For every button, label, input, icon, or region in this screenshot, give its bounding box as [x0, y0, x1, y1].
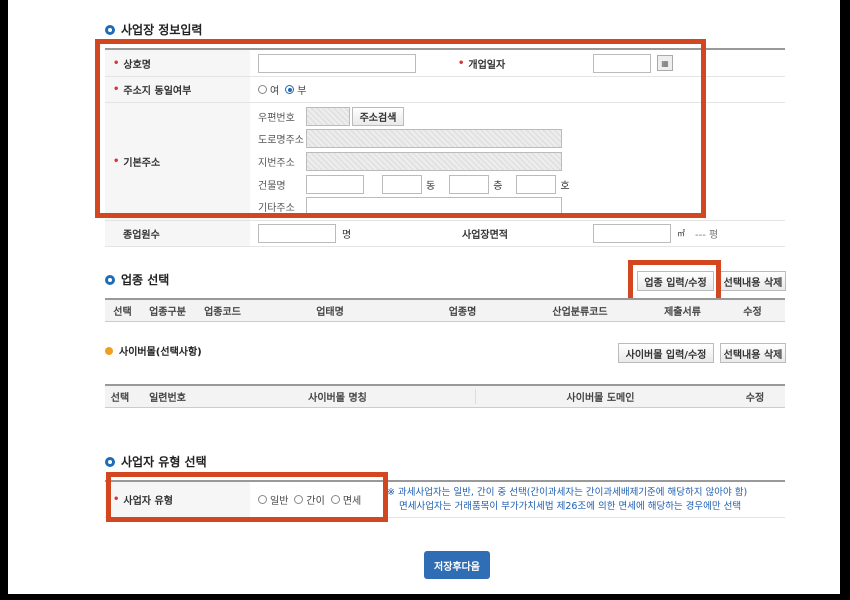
section-header-industry: 업종 선택: [105, 271, 169, 288]
other-address-input[interactable]: [306, 197, 562, 217]
area-unit: ㎡: [677, 229, 685, 238]
road-address-input[interactable]: [306, 129, 562, 149]
radio-tax-exempt[interactable]: 면세: [330, 492, 361, 507]
section-title: 업종 선택: [121, 273, 170, 287]
business-type-note-1: ※ 과세사업자는 일반, 간이 중 선택(간이과세자는 간이과세배제기준에 해당…: [387, 487, 748, 498]
ho-label: 호: [560, 180, 570, 192]
section-title: 사이버몰(선택사항): [119, 347, 202, 358]
label-business-name: • 상호명: [105, 50, 250, 76]
section-bullet-icon: [105, 24, 115, 35]
label-building: 건물명: [258, 180, 286, 192]
label-basic-address: • 기본주소: [105, 103, 250, 220]
ho-input[interactable]: [516, 174, 557, 194]
industry-delete-button[interactable]: 선택내용 삭제: [720, 271, 786, 291]
section-bullet-icon: [105, 346, 113, 355]
col-select: 선택: [113, 307, 132, 318]
col-documents: 제출서류: [664, 307, 701, 318]
col-cybermall-name: 사이버몰 명칭: [308, 393, 367, 404]
employees-input[interactable]: [258, 224, 336, 243]
page: 사업장 정보입력 • 상호명 • 개업일자 ▦ • 주소지 동일여부 여 부 • 기본주…: [8, 0, 840, 594]
section-header-business-info: 사업장 정보입력: [105, 21, 202, 38]
label-same-address: • 주소지 동일여부: [105, 77, 250, 102]
industry-input-button[interactable]: 업종 입력/수정: [637, 271, 714, 291]
label-employees: 종업원수: [105, 221, 250, 246]
floor-label: 층: [493, 180, 503, 192]
label-postcode: 우편번호: [258, 112, 295, 124]
section-bullet-icon: [105, 274, 115, 285]
col-industry-code: 업종코드: [204, 307, 241, 318]
row-employees: 종업원수 명 사업장면적 ㎡ --- 평: [105, 221, 785, 247]
area-input[interactable]: [593, 224, 671, 243]
col-select: 선택: [110, 393, 130, 404]
section-title: 사업장 정보입력: [121, 23, 203, 37]
cybermall-input-button[interactable]: 사이버몰 입력/수정: [618, 343, 714, 363]
col-industry-class-code: 산업분류코드: [552, 307, 608, 318]
label-open-date: • 개업일자: [450, 50, 585, 76]
label-business-type: • 사업자 유형: [105, 482, 250, 517]
col-serial: 일련번호: [149, 393, 186, 404]
save-next-button[interactable]: 저장후다음: [424, 551, 490, 579]
section-header-business-type: 사업자 유형 선택: [105, 453, 207, 470]
label-lot-address: 지번주소: [258, 157, 295, 169]
cybermall-delete-button[interactable]: 선택내용 삭제: [720, 343, 786, 363]
row-basic-address: • 기본주소 우편번호 주소검색 도로명주소 지번주소 건물명 동 층 호 기타…: [105, 103, 785, 221]
business-name-input[interactable]: [258, 53, 416, 73]
radio-same-address-no[interactable]: 부: [285, 82, 306, 97]
business-type-note-2: 면세사업자는 거래품목이 부가가치세법 제26조에 의한 면세에 해당하는 경우…: [399, 501, 742, 512]
lot-address-input[interactable]: [306, 151, 562, 171]
section-title: 사업자 유형 선택: [121, 455, 207, 469]
section-header-cybermall: 사이버몰(선택사항): [105, 343, 202, 358]
radio-same-address-yes[interactable]: 여: [258, 82, 279, 97]
open-date-input[interactable]: [593, 53, 651, 73]
col-business-type: 업태명: [316, 307, 344, 318]
col-industry-name: 업종명: [448, 307, 477, 318]
row-business-name: • 상호명 • 개업일자 ▦: [105, 50, 785, 77]
radio-general[interactable]: 일반: [258, 492, 288, 507]
col-industry-type: 업종구분: [149, 307, 186, 318]
address-search-button[interactable]: 주소검색: [352, 106, 404, 126]
col-edit: 수정: [743, 307, 762, 318]
label-other-address: 기타주소: [258, 203, 295, 215]
cybermall-table-header: 선택 일련번호 사이버몰 명칭 사이버몰 도메인 수정: [105, 384, 785, 408]
row-same-address: • 주소지 동일여부 여 부: [105, 77, 785, 103]
floor-input[interactable]: [449, 174, 490, 194]
employees-unit: 명: [342, 230, 352, 241]
col-cybermall-domain: 사이버몰 도메인: [475, 389, 725, 404]
industry-table-header: 선택 업종구분 업종코드 업태명 업종명 산업분류코드 제출서류 수정: [105, 298, 785, 322]
postcode-input[interactable]: [306, 106, 350, 126]
section-bullet-icon: [105, 456, 115, 467]
building-input[interactable]: [306, 174, 364, 194]
col-edit: 수정: [745, 393, 765, 404]
dong-input[interactable]: [382, 174, 422, 194]
label-area: 사업장면적: [450, 221, 585, 246]
dong-label: 동: [426, 180, 436, 192]
business-info-form: • 상호명 • 개업일자 ▦ • 주소지 동일여부 여 부 • 기본주소 우편번호: [105, 48, 785, 247]
pyeong-value: --- 평: [695, 230, 719, 241]
radio-simplified[interactable]: 간이: [294, 492, 325, 507]
label-road-address: 도로명주소: [258, 135, 304, 147]
calendar-icon[interactable]: ▦: [657, 55, 673, 71]
